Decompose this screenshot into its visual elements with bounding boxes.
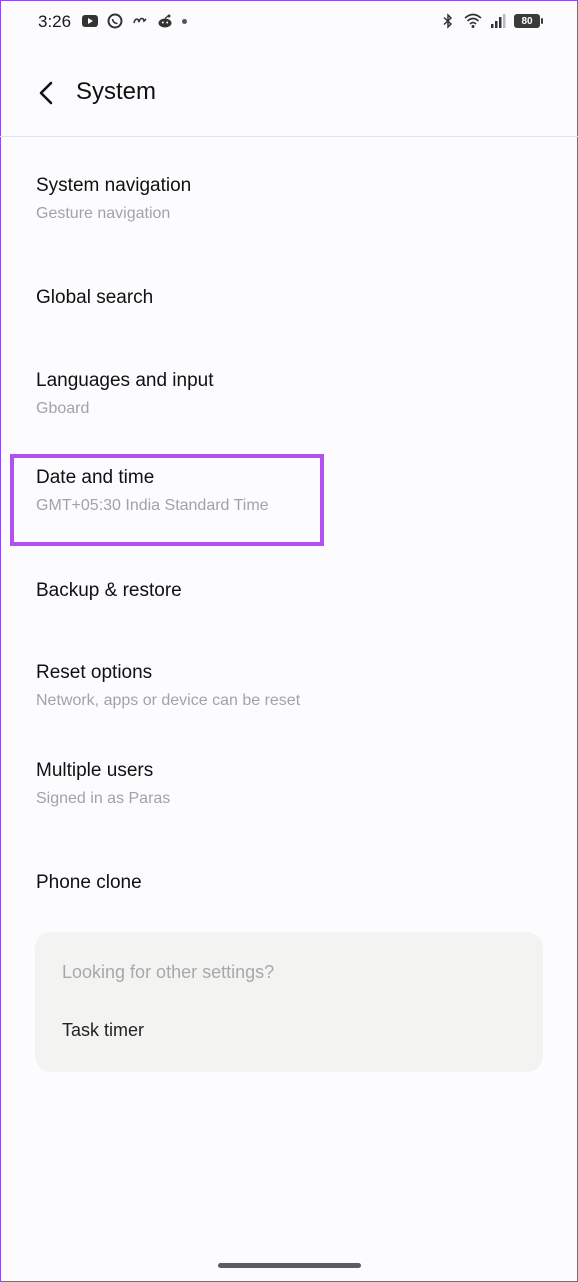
notification-icons [82,13,187,29]
whatsapp-icon [107,13,123,29]
setting-subtitle: Network, apps or device can be reset [36,692,301,709]
setting-languages-and-input[interactable]: Languages and input Gboard [36,369,542,420]
setting-backup-restore[interactable]: Backup & restore [36,579,542,603]
suggestion-task-timer[interactable]: Task timer [62,1020,144,1041]
setting-title: Global search [36,287,154,308]
header-divider [0,136,578,137]
signal-icon [491,14,506,28]
back-button[interactable] [32,78,62,108]
bluetooth-icon [443,13,453,29]
suggestions-heading: Looking for other settings? [62,962,275,982]
setting-multiple-users[interactable]: Multiple users Signed in as Paras [36,759,542,810]
more-dot-icon [182,18,187,24]
suggestions-card: Looking for other settings? Task timer [35,932,543,1072]
setting-subtitle: GMT+05:30 India Standard Time [36,497,269,514]
home-indicator[interactable] [218,1263,361,1268]
wifi-icon [464,13,482,28]
setting-reset-options[interactable]: Reset options Network, apps or device ca… [36,661,542,712]
battery-icon: 80 [514,14,543,28]
status-bar: 3:26 80 [0,0,578,46]
setting-subtitle: Signed in as Paras [36,790,171,807]
setting-title: Date and time [36,467,155,488]
setting-title: Multiple users [36,760,154,781]
setting-title: Reset options [36,662,153,683]
setting-title: Backup & restore [36,580,182,601]
status-time: 3:26 [38,12,72,31]
page-title: System [76,78,157,105]
setting-phone-clone[interactable]: Phone clone [36,871,542,895]
setting-subtitle: Gesture navigation [36,205,171,222]
youtube-icon [82,15,98,27]
reddit-icon [158,14,172,28]
system-status-icons: 80 [440,13,543,29]
setting-title: Languages and input [36,370,214,391]
app-header: System [0,60,578,136]
setting-global-search[interactable]: Global search [36,286,542,310]
setting-subtitle: Gboard [36,400,90,417]
setting-title: Phone clone [36,872,142,893]
setting-title: System navigation [36,175,192,196]
setting-system-navigation[interactable]: System navigation Gesture navigation [36,174,542,225]
setting-date-and-time[interactable]: Date and time GMT+05:30 India Standard T… [36,466,542,517]
notification-icon [133,17,147,24]
